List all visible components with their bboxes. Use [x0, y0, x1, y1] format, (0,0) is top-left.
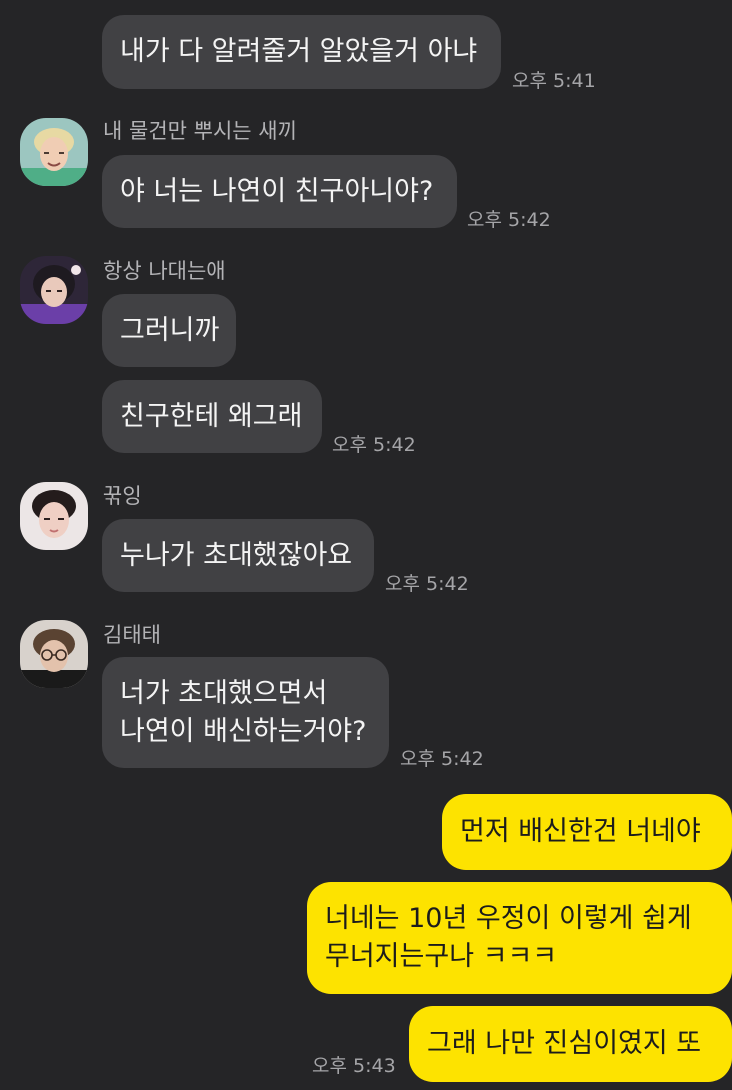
chat-room: 내가 다 알려줄거 알았을거 아냐 오후 5:41 내 물건만 뿌시는 새끼 야…: [0, 0, 732, 1090]
message-bubble[interactable]: 친구한테 왜그래: [102, 380, 322, 453]
profile-photo-icon: [20, 482, 88, 550]
profile-photo-icon: [20, 620, 88, 688]
message-bubble[interactable]: 내가 다 알려줄거 알았을거 아냐: [102, 15, 501, 89]
message-text: 먼저 배신한건 너네야: [460, 816, 701, 847]
sender-name: 꾺잉: [103, 484, 142, 508]
message-text: 야 너는 나연이 친구아니야?: [120, 175, 434, 207]
message-bubble[interactable]: 야 너는 나연이 친구아니야?: [102, 155, 457, 228]
message-timestamp: 오후 5:42: [467, 209, 551, 231]
message-text: 친구한테 왜그래: [120, 400, 303, 432]
message-bubble[interactable]: 그러니까: [102, 294, 236, 367]
avatar[interactable]: [20, 256, 88, 324]
message-text-line: 무너지는구나 ㅋㅋㅋ: [325, 941, 558, 972]
profile-photo-icon: [20, 256, 88, 324]
sender-name: 김태태: [103, 623, 161, 647]
message-timestamp: 오후 5:41: [512, 70, 596, 92]
message-timestamp: 오후 5:42: [400, 748, 484, 770]
message-timestamp: 오후 5:42: [332, 434, 416, 456]
message-bubble-outgoing[interactable]: 먼저 배신한건 너네야: [442, 794, 732, 870]
message-text: 내가 다 알려줄거 알았을거 아냐: [120, 36, 478, 67]
avatar[interactable]: [20, 118, 88, 186]
sender-name: 내 물건만 뿌시는 새끼: [103, 119, 297, 143]
message-bubble-outgoing[interactable]: 그래 나만 진심이였지 또: [409, 1006, 732, 1082]
message-text-line: 나연이 배신하는거야?: [120, 715, 367, 747]
message-bubble[interactable]: 누나가 초대했잖아요: [102, 519, 374, 592]
message-text-line: 너가 초대했으면서: [120, 677, 328, 709]
message-text: 그러니까: [120, 314, 220, 346]
message-bubble-outgoing[interactable]: 너네는 10년 우정이 이렇게 쉽게 무너지는구나 ㅋㅋㅋ: [307, 882, 732, 994]
avatar[interactable]: [20, 620, 88, 688]
message-bubble[interactable]: 너가 초대했으면서 나연이 배신하는거야?: [102, 657, 389, 768]
avatar[interactable]: [20, 482, 88, 550]
sender-name: 항상 나대는애: [103, 259, 226, 283]
message-text: 누나가 초대했잖아요: [120, 539, 353, 571]
profile-photo-icon: [20, 118, 88, 186]
message-text: 그래 나만 진심이였지 또: [427, 1028, 702, 1059]
message-timestamp: 오후 5:42: [385, 573, 469, 595]
message-text-line: 너네는 10년 우정이 이렇게 쉽게: [325, 903, 692, 934]
message-timestamp: 오후 5:43: [312, 1055, 396, 1077]
